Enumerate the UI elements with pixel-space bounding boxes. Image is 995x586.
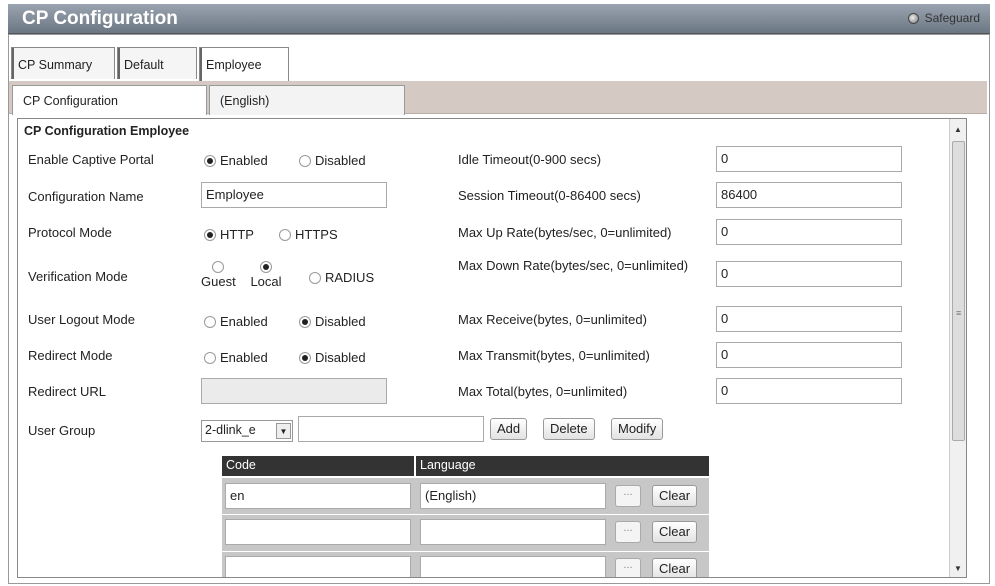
max-up-rate-label: Max Up Rate(bytes/sec, 0=unlimited) (458, 225, 672, 240)
window-titlebar: CP Configuration Safeguard (8, 4, 990, 34)
user-group-label: User Group (28, 423, 96, 438)
code-input[interactable]: en (225, 483, 411, 509)
language-input[interactable]: (English) (420, 483, 606, 509)
code-input[interactable] (225, 519, 411, 545)
verification-local-option[interactable]: Local (246, 259, 286, 289)
tab-cp-configuration[interactable]: CP Configuration (12, 85, 207, 115)
protocol-http-option[interactable]: HTTP (204, 227, 254, 242)
verification-radius-option[interactable]: RADIUS (309, 270, 374, 285)
verification-guest-option[interactable]: Guest (201, 259, 236, 289)
radio-icon[interactable] (299, 155, 311, 167)
tab-cp-summary[interactable]: CP Summary (11, 47, 115, 79)
max-transmit-input[interactable]: 0 (716, 342, 902, 368)
redirect-disabled-option[interactable]: Disabled (299, 350, 366, 365)
user-group-select[interactable]: 2-dlink_e ▼ (201, 420, 293, 442)
max-transmit-label: Max Transmit(bytes, 0=unlimited) (458, 348, 650, 363)
add-button[interactable]: Add (490, 418, 528, 440)
radio-icon[interactable] (260, 261, 272, 273)
safeguard-indicator: Safeguard (907, 11, 980, 25)
language-column-header: Language (416, 456, 709, 476)
session-timeout-label: Session Timeout(0-86400 secs) (458, 188, 641, 203)
logout-enabled-option[interactable]: Enabled (204, 314, 268, 329)
delete-button[interactable]: Delete (543, 418, 595, 440)
language-input[interactable] (420, 519, 606, 545)
code-input[interactable] (225, 556, 411, 577)
config-name-label: Configuration Name (28, 189, 144, 204)
enable-captive-portal-label: Enable Captive Portal (28, 152, 154, 167)
max-up-rate-input[interactable]: 0 (716, 219, 902, 245)
config-name-input[interactable]: Employee (201, 182, 387, 208)
scrollbar-thumb[interactable]: ≡ (952, 141, 965, 441)
browse-button[interactable]: ... (615, 521, 641, 543)
subtab-strip: CP Configuration (English) (9, 81, 987, 115)
radio-icon[interactable] (279, 229, 291, 241)
idle-timeout-label: Idle Timeout(0-900 secs) (458, 152, 602, 167)
radio-icon[interactable] (299, 352, 311, 364)
max-total-label: Max Total(bytes, 0=unlimited) (458, 384, 628, 399)
max-total-input[interactable]: 0 (716, 378, 902, 404)
chevron-down-icon[interactable]: ▼ (276, 423, 291, 439)
vertical-scrollbar[interactable]: ▲ ≡ ▼ (949, 119, 966, 577)
max-receive-label: Max Receive(bytes, 0=unlimited) (458, 312, 647, 327)
logout-mode-label: User Logout Mode (28, 312, 135, 327)
browse-button[interactable]: ... (615, 558, 641, 577)
tab-employee[interactable]: Employee (199, 47, 289, 81)
redirect-enabled-option[interactable]: Enabled (204, 350, 268, 365)
radio-icon[interactable] (204, 229, 216, 241)
clear-button[interactable]: Clear (652, 558, 698, 577)
radio-icon[interactable] (299, 316, 311, 328)
page-title: CP Configuration (22, 8, 178, 29)
clear-button[interactable]: Clear (652, 521, 698, 543)
radio-icon[interactable] (212, 261, 224, 273)
enable-disabled-option[interactable]: Disabled (299, 153, 366, 168)
redirect-url-input[interactable] (201, 378, 387, 404)
max-down-rate-label: Max Down Rate(bytes/sec, 0=unlimited) (458, 258, 689, 273)
user-group-input[interactable] (298, 416, 484, 442)
enable-enabled-option[interactable]: Enabled (204, 153, 268, 168)
grip-icon: ≡ (956, 308, 962, 318)
radio-icon[interactable] (204, 155, 216, 167)
protocol-https-option[interactable]: HTTPS (279, 227, 338, 242)
tab-default[interactable]: Default (117, 47, 197, 79)
radio-icon[interactable] (204, 352, 216, 364)
config-panel: CP Configuration Employee Enable Captive… (17, 118, 967, 578)
radio-icon[interactable] (204, 316, 216, 328)
protocol-mode-label: Protocol Mode (28, 225, 112, 240)
logout-disabled-option[interactable]: Disabled (299, 314, 366, 329)
verification-mode-label: Verification Mode (28, 269, 128, 284)
scroll-down-icon[interactable]: ▼ (954, 564, 962, 573)
radio-icon[interactable] (309, 272, 321, 284)
language-input[interactable] (420, 556, 606, 577)
redirect-url-label: Redirect URL (28, 384, 107, 399)
session-timeout-input[interactable]: 86400 (716, 182, 902, 208)
browse-button[interactable]: ... (615, 485, 641, 507)
tab-english[interactable]: (English) (209, 85, 405, 115)
safeguard-label: Safeguard (924, 11, 980, 25)
idle-timeout-input[interactable]: 0 (716, 146, 902, 172)
scroll-up-icon[interactable]: ▲ (954, 125, 962, 134)
code-column-header: Code (222, 456, 414, 476)
section-title: CP Configuration Employee (24, 124, 190, 138)
modify-button[interactable]: Modify (611, 418, 664, 440)
max-down-rate-input[interactable]: 0 (716, 261, 902, 287)
redirect-mode-label: Redirect Mode (28, 348, 113, 363)
clear-button[interactable]: Clear (652, 485, 698, 507)
max-receive-input[interactable]: 0 (716, 306, 902, 332)
safeguard-icon (907, 12, 919, 24)
